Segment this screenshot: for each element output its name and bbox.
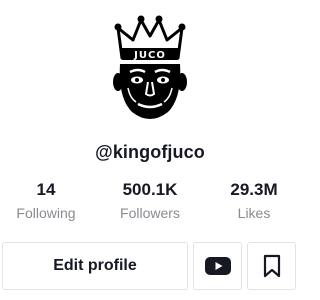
avatar[interactable]: JUCO [100, 14, 200, 126]
profile-stats: 14 Following 500.1K Followers 29.3M Like… [0, 180, 300, 224]
username: @kingofjuco [95, 142, 205, 162]
stat-likes-value: 29.3M [230, 180, 278, 199]
youtube-button[interactable] [193, 242, 242, 290]
svg-text:JUCO: JUCO [133, 50, 166, 61]
youtube-icon [204, 257, 231, 275]
edit-profile-button[interactable]: Edit profile [2, 242, 188, 290]
stat-followers[interactable]: 500.1K Followers [100, 180, 200, 222]
crowned-face-logo-icon: JUCO [113, 15, 187, 119]
stat-following-value: 14 [36, 180, 56, 199]
bookmark-icon [263, 254, 280, 278]
stat-likes[interactable]: 29.3M Likes [204, 180, 304, 222]
stat-following[interactable]: 14 Following [0, 180, 96, 222]
stat-followers-label: Followers [120, 205, 180, 221]
stat-likes-label: Likes [237, 205, 271, 221]
bookmark-button[interactable] [247, 242, 296, 290]
stat-following-label: Following [16, 205, 76, 221]
stat-followers-value: 500.1K [122, 180, 178, 199]
